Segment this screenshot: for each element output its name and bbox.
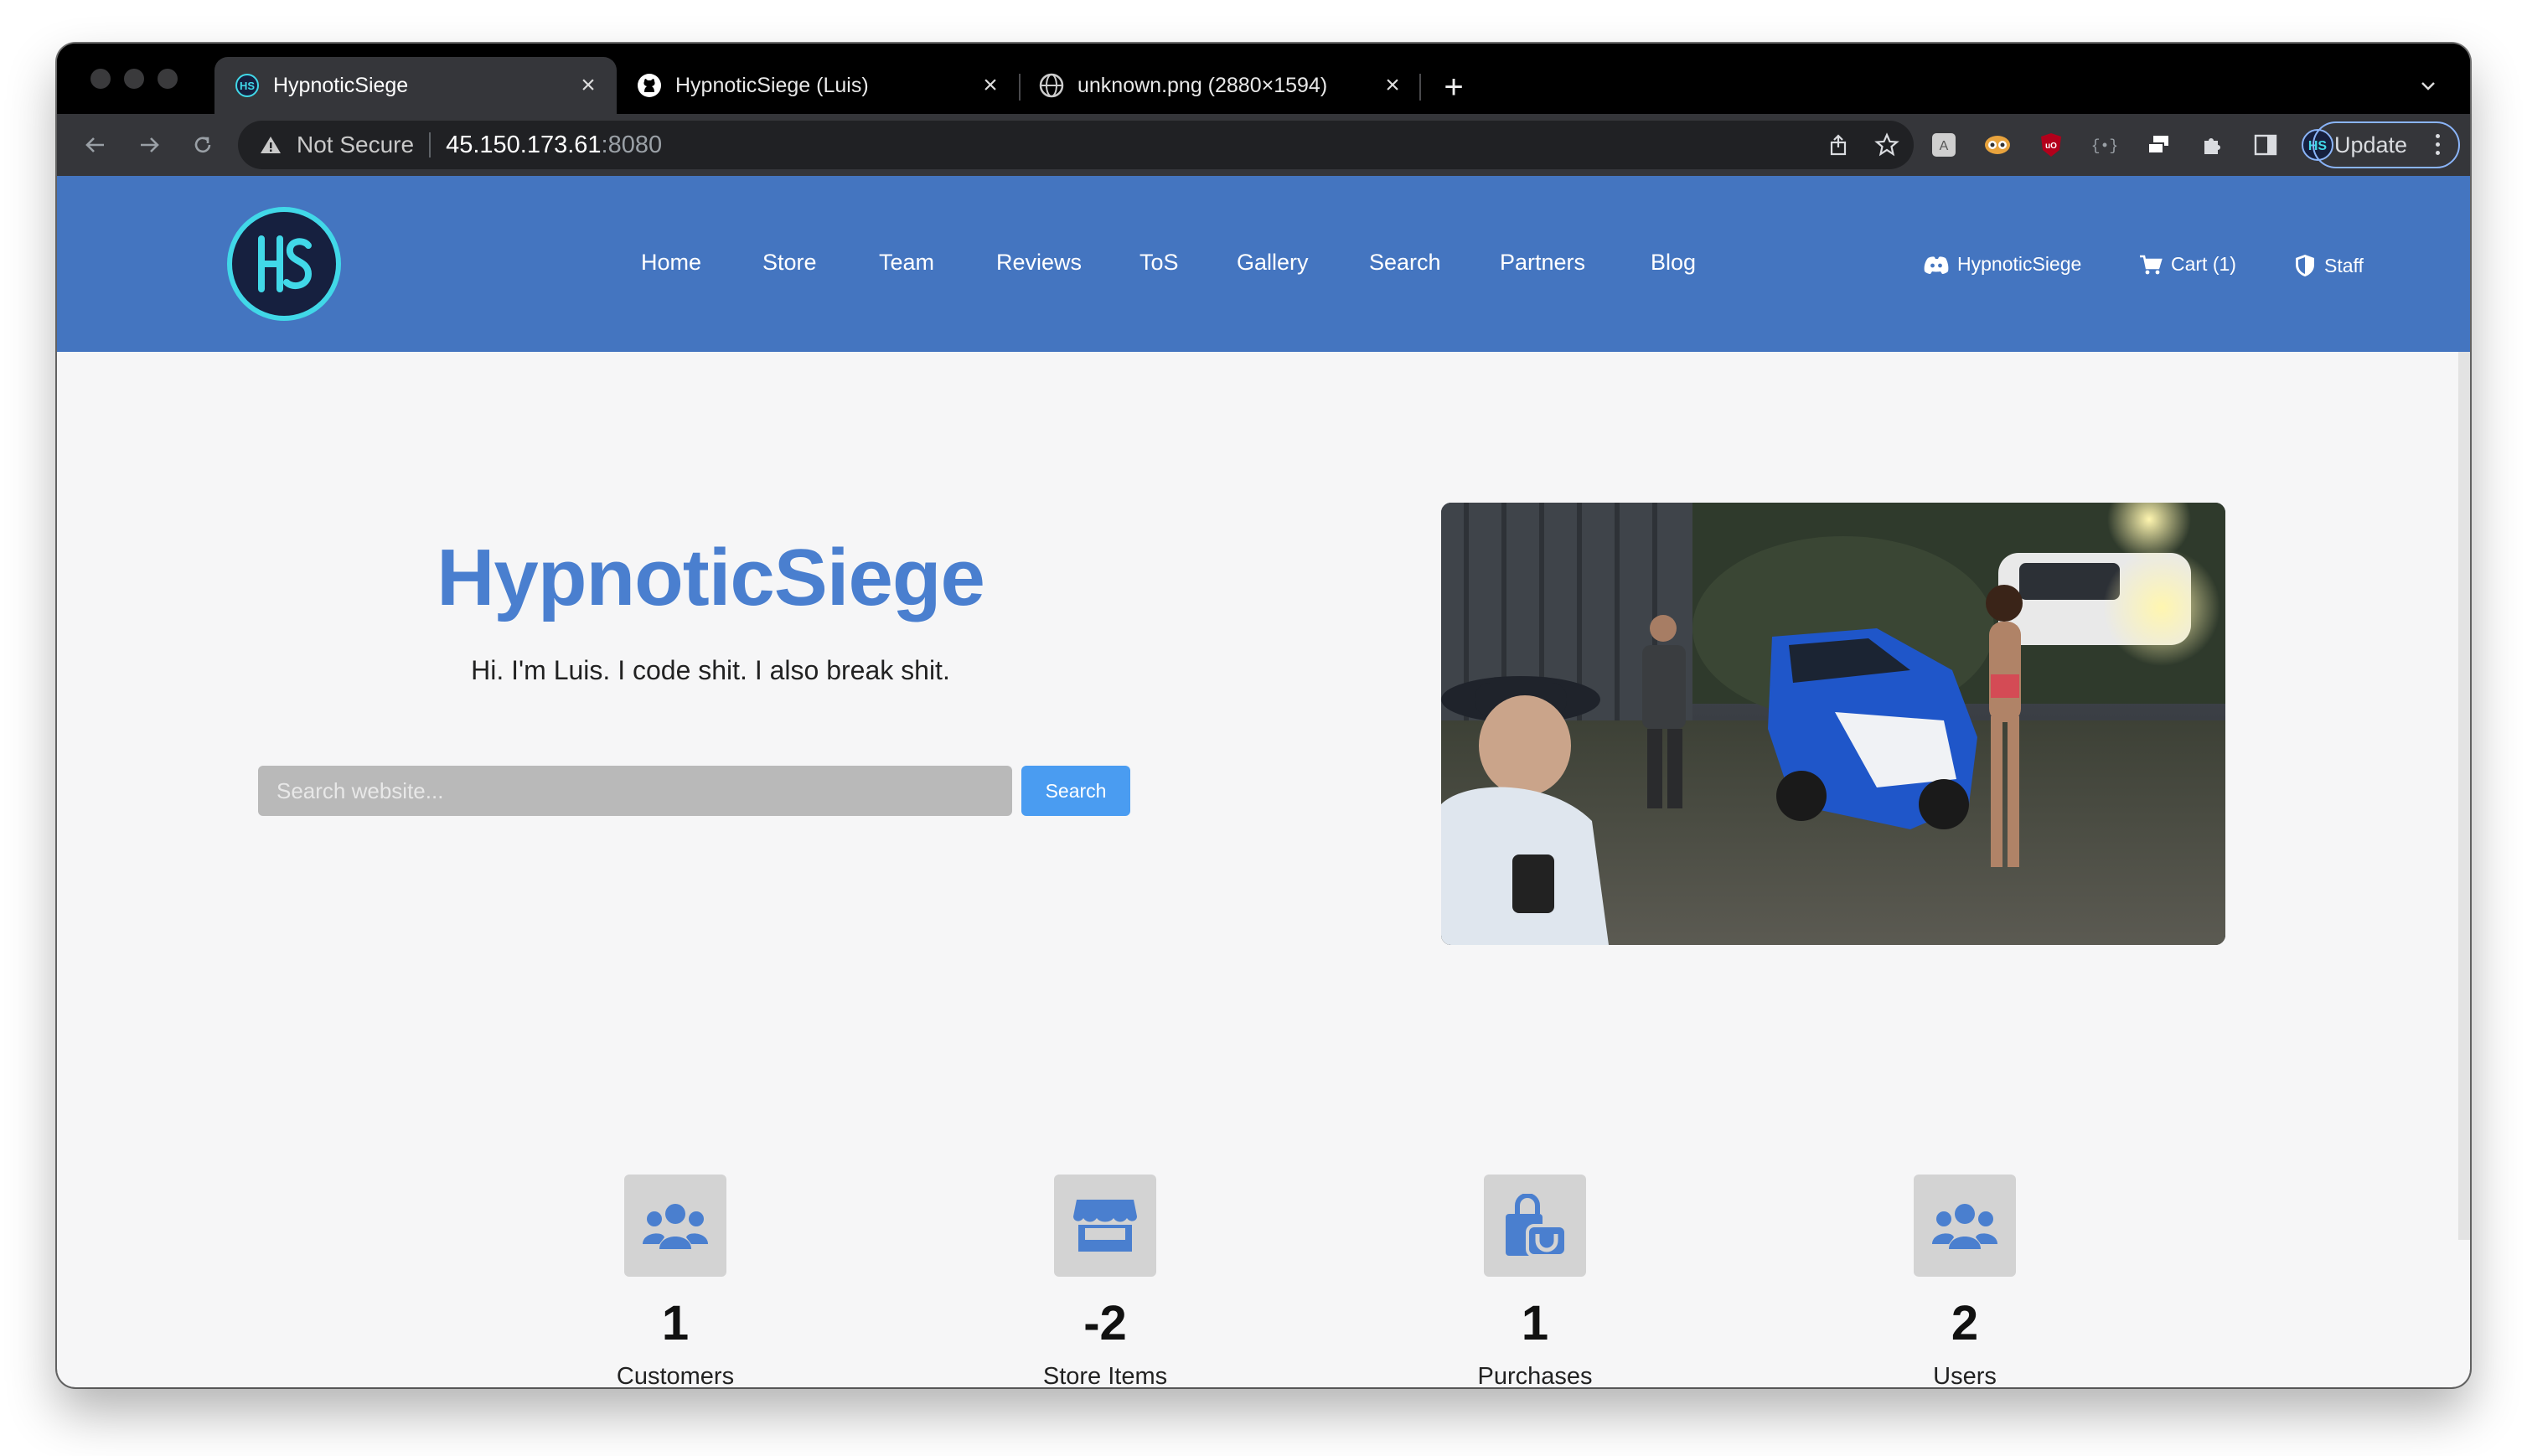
browser-toolbar: Not Secure 45.150.173.61 :8080 A uO {•} [57,114,2470,176]
tab-unknown-png[interactable]: unknown.png (2880×1594) × [1019,57,1421,114]
close-window-button[interactable] [90,69,111,89]
tab-separator [1419,74,1421,101]
stat-value: -2 [1083,1296,1127,1350]
search-input[interactable] [258,766,1012,816]
svg-text:A: A [1940,139,1949,153]
cart-link[interactable]: Cart (1) [2139,253,2236,276]
nav-reviews[interactable]: Reviews [996,250,1082,276]
url-host: 45.150.173.61 [446,131,602,158]
menu-dots-icon[interactable] [2436,134,2440,155]
github-icon [637,73,662,98]
extension-mask-icon[interactable] [1981,128,2014,162]
nav-store[interactable]: Store [762,250,817,276]
stat-value: 2 [1951,1296,1979,1350]
stat-users: 2 Users [1839,1175,2090,1387]
nav-home[interactable]: Home [641,250,701,276]
staff-link[interactable]: Staff [2294,253,2364,278]
stat-purchases: 1 Purchases [1409,1175,1661,1387]
extension-tabs-icon[interactable] [2142,128,2175,162]
close-tab-icon[interactable]: × [1376,69,1409,102]
game-screenshot-illustration [1441,503,2225,945]
stat-value: 1 [661,1296,690,1350]
nav-partners[interactable]: Partners [1500,250,1585,276]
nav-search[interactable]: Search [1369,250,1441,276]
stat-label: Customers [616,1363,735,1387]
staff-label: Staff [2324,254,2364,276]
cart-label: Cart (1) [2171,253,2236,275]
close-tab-icon[interactable]: × [974,69,1007,102]
tab-github[interactable]: HypnoticSiege (Luis) × [617,57,1019,114]
url-port: :8080 [601,131,663,158]
warning-icon[interactable] [258,132,283,157]
shopping-bag-icon [1484,1175,1586,1277]
tab-strip: HS HypnoticSiege × HypnoticSiege (Luis) … [57,44,2470,114]
ublock-icon[interactable]: uO [2034,128,2068,162]
users-icon [1914,1175,2016,1277]
stat-label: Purchases [1477,1363,1593,1387]
tab-title: HypnoticSiege [273,73,409,97]
close-tab-icon[interactable]: × [571,69,605,102]
hs-logo-icon: HS [235,73,260,98]
security-label: Not Secure [297,132,415,157]
nav-blog[interactable]: Blog [1651,250,1696,276]
extension-brackets-icon[interactable]: {•} [2088,128,2121,162]
discord-icon [1924,256,1949,274]
store-icon [1054,1175,1156,1277]
stat-customers: 1 Customers [550,1175,801,1387]
browser-window: HS HypnoticSiege × HypnoticSiege (Luis) … [57,44,2470,1387]
update-button[interactable]: Update [2313,121,2460,168]
svg-text:{•}: {•} [2092,138,2117,155]
site-logo[interactable] [227,207,341,321]
search-button[interactable]: Search [1021,766,1130,816]
nav-team[interactable]: Team [879,250,934,276]
bookmark-star-icon[interactable] [1870,128,1904,162]
stat-value: 1 [1521,1296,1549,1350]
address-bar[interactable]: Not Secure 45.150.173.61 :8080 [238,121,1914,169]
globe-icon [1039,73,1064,98]
tab-search-icon[interactable] [2411,69,2445,102]
stat-label: Users [1933,1363,1997,1387]
discord-label: HypnoticSiege [1957,253,2082,275]
address-divider [429,132,432,157]
tab-title: HypnoticSiege (Luis) [675,73,869,97]
minimize-window-button[interactable] [124,69,144,89]
tab-hypnoticsiege[interactable]: HS HypnoticSiege × [214,57,617,114]
share-icon[interactable] [1822,128,1855,162]
site-header: Home Store Team Reviews ToS Gallery Sear… [57,176,2470,352]
svg-text:HS: HS [240,80,255,92]
svg-text:uO: uO [2045,142,2057,151]
discord-link[interactable]: HypnoticSiege [1924,253,2081,276]
stat-label: Store Items [1042,1363,1168,1387]
hero-image [1441,503,2225,945]
web-page: Home Store Team Reviews ToS Gallery Sear… [57,176,2470,1387]
reload-button[interactable] [184,126,221,163]
update-label: Update [2334,132,2408,157]
cart-icon [2140,255,2163,274]
extension-reader-icon[interactable]: A [1927,128,1961,162]
stat-store-items: -2 Store Items [979,1175,1231,1387]
extensions-puzzle-icon[interactable] [2195,128,2229,162]
forward-button[interactable] [131,126,168,163]
hs-logo-icon [258,235,313,292]
shield-icon [2296,255,2314,276]
tab-title: unknown.png (2880×1594) [1077,73,1328,97]
page-scrollbar[interactable] [2458,352,2470,1240]
hero-title: HypnoticSiege [437,533,985,622]
new-tab-button[interactable]: + [1435,69,1472,106]
zoom-window-button[interactable] [158,69,178,89]
users-icon [624,1175,726,1277]
hero-subtitle: Hi. I'm Luis. I code shit. I also break … [471,655,950,685]
nav-gallery[interactable]: Gallery [1237,250,1309,276]
side-panel-icon[interactable] [2249,128,2282,162]
nav-tos[interactable]: ToS [1139,250,1179,276]
back-button[interactable] [77,126,114,163]
